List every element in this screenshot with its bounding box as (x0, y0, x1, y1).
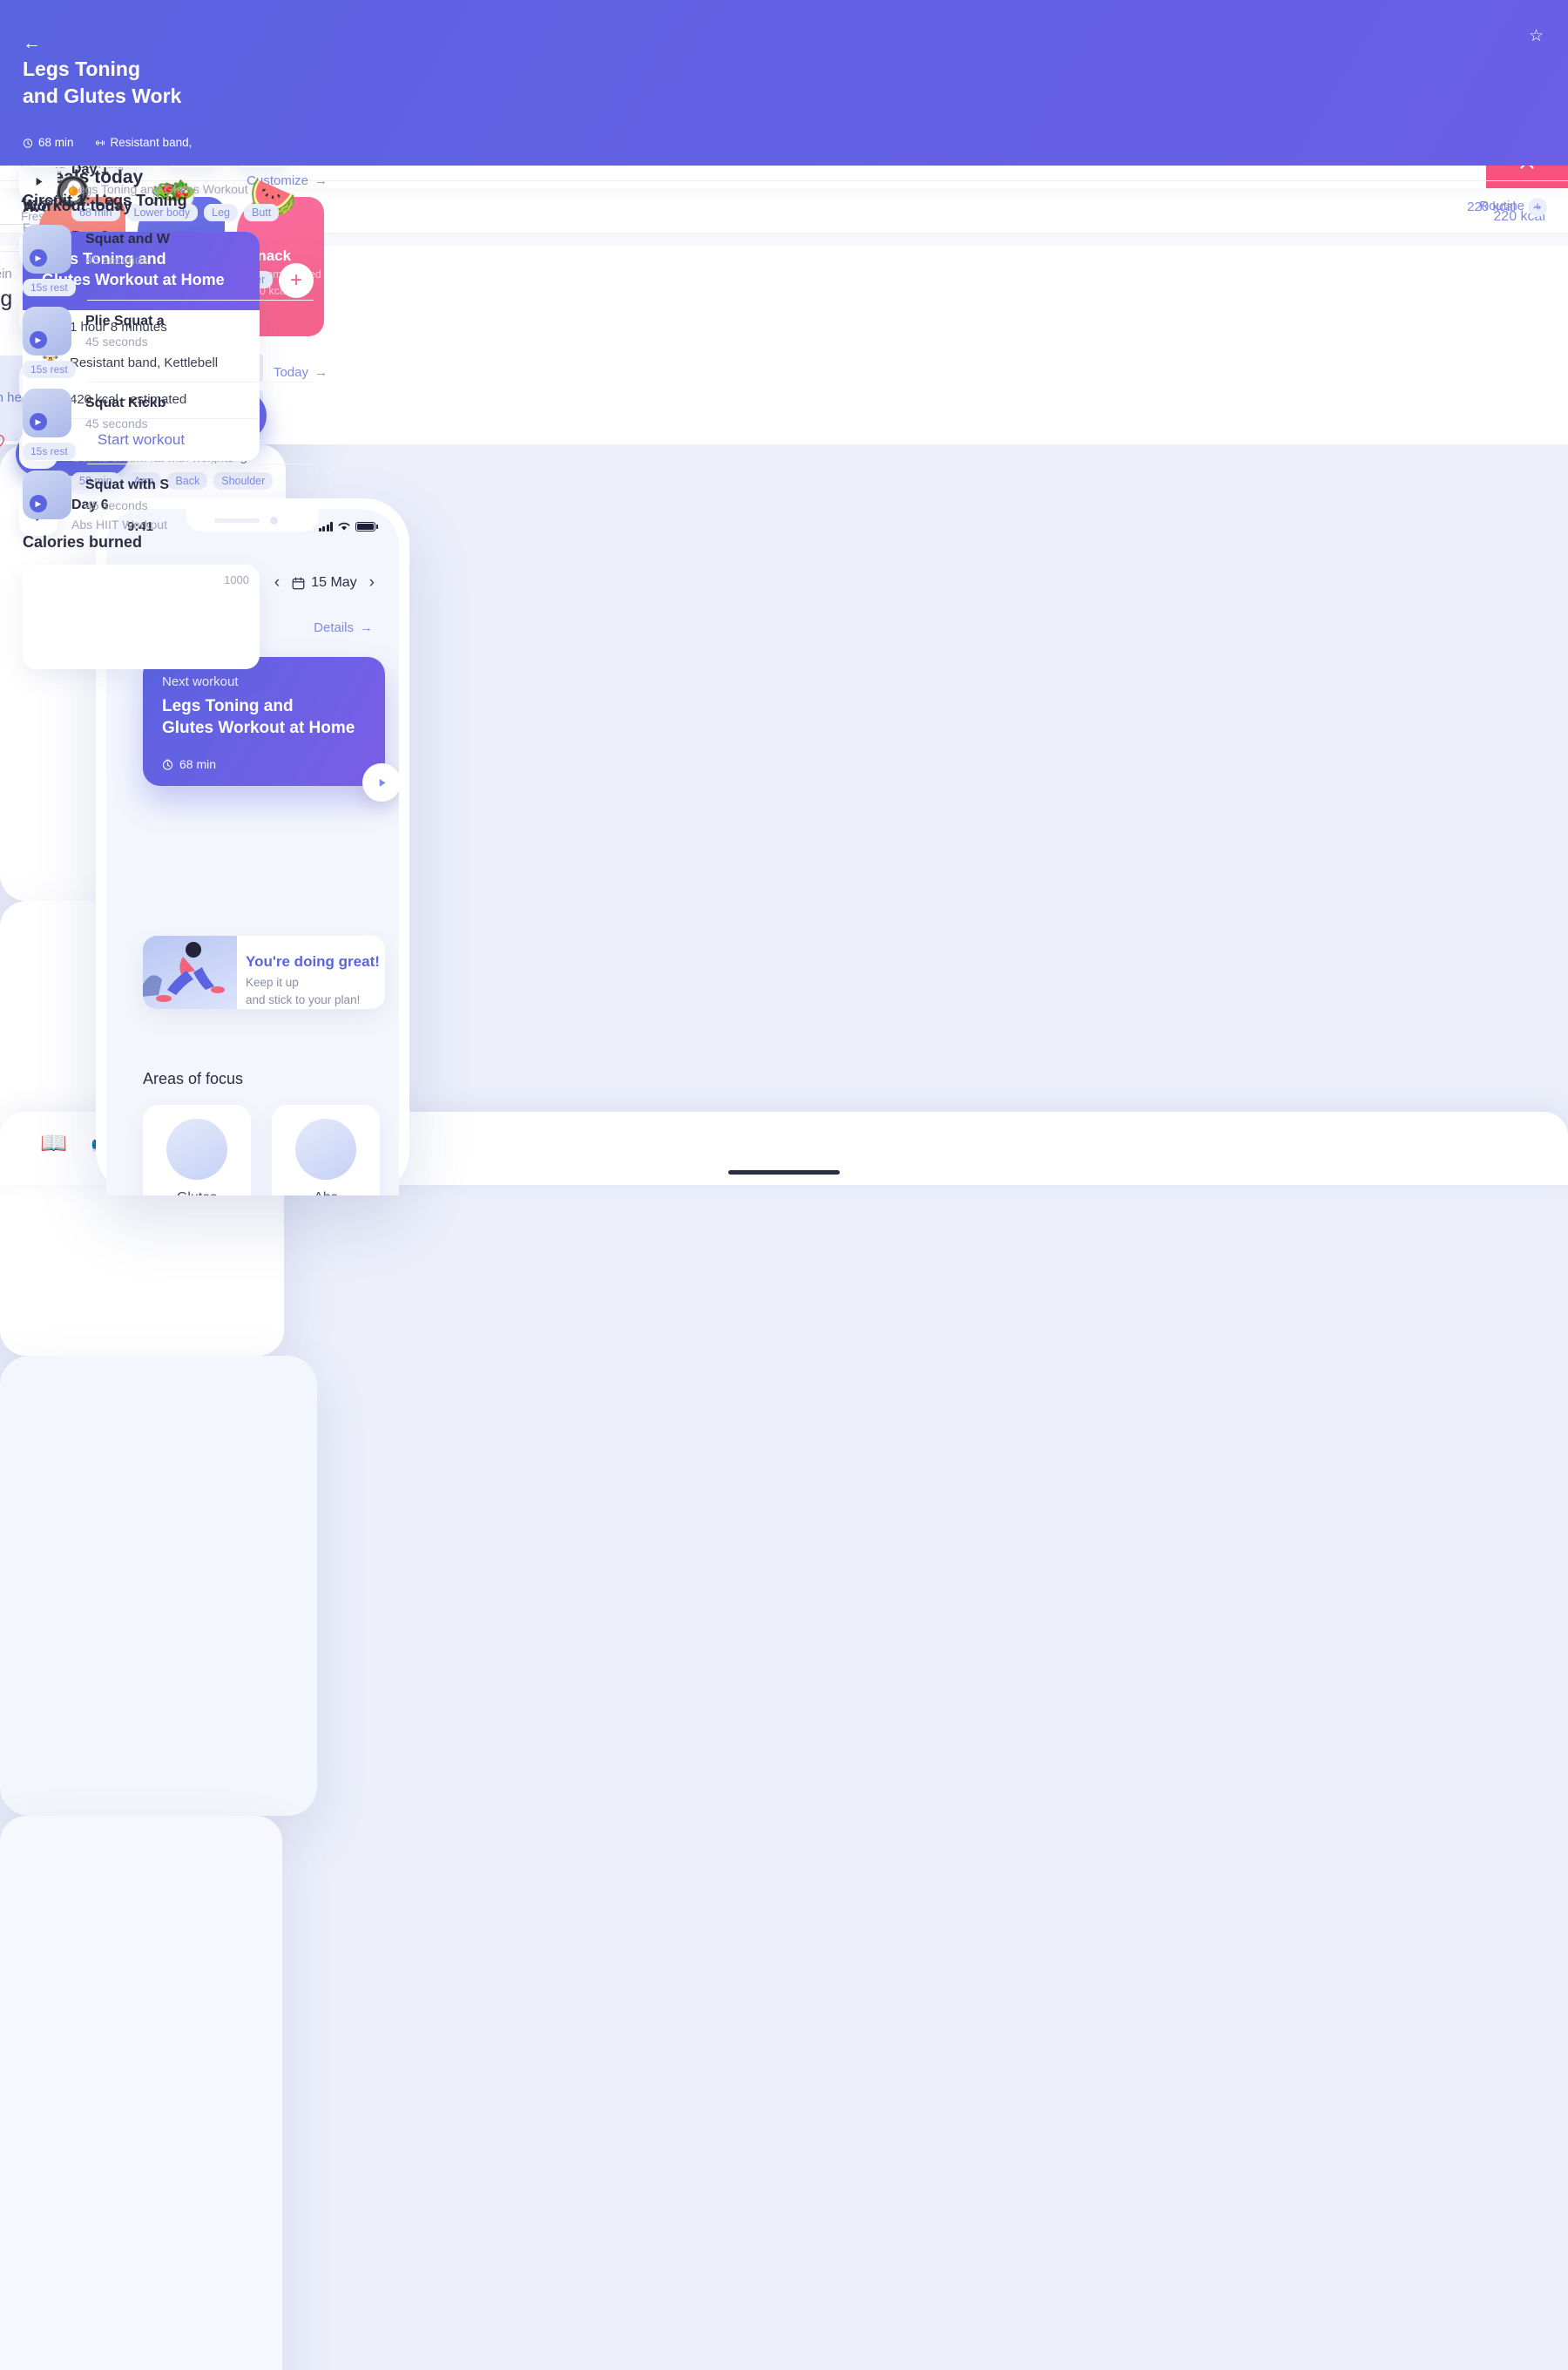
duration-label: 68 min (179, 757, 217, 771)
next-workout-title: Legs Toning and Glutes Workout at Home (162, 697, 355, 738)
focus-label: Abs (272, 1190, 380, 1195)
schedule-panel: ← Schedule Week 1 / 12 › Week 2 / 12 › W… (0, 0, 1568, 2370)
calendar-icon (292, 577, 305, 589)
details-label: Details (314, 620, 354, 635)
chevron-right-icon[interactable]: › (369, 573, 375, 592)
date-label: 15 May (311, 575, 357, 590)
next-workout-duration: 68 min (162, 757, 216, 771)
play-icon (379, 778, 385, 787)
areas-of-focus-label: Areas of focus (143, 1070, 244, 1087)
runner-illustration-icon (143, 936, 237, 1009)
date-nav: ‹ 15 May › (274, 573, 375, 592)
clock-icon (162, 759, 173, 770)
next-workout-card[interactable]: Next workout Legs Toning and Glutes Work… (143, 657, 399, 802)
motivation-body: Keep it up and stick to your plan! (246, 976, 361, 1006)
motivation-title: You're doing great! (246, 953, 380, 970)
screenshot-root: d (Gram) ▲▼ bs g Protein 2.7g Fat (0, 0, 1568, 2370)
date-chip[interactable]: 15 May (292, 575, 357, 591)
focus-card-glutes[interactable]: Glutes (143, 1105, 251, 1195)
focus-card-abs[interactable]: Abs (272, 1105, 380, 1195)
arrow-right-icon: → (360, 620, 373, 635)
details-link[interactable]: Details → (314, 620, 373, 635)
next-workout-kicker: Next workout (162, 674, 239, 689)
glutes-icon (166, 1119, 227, 1180)
motivation-text: You're doing great! Keep it up and stick… (246, 953, 380, 1008)
dashboard-panel: 🔥 102 kcal Carbs 12g left Pro (0, 0, 1568, 1816)
play-button[interactable] (362, 763, 399, 802)
motivation-card: You're doing great! Keep it up and stick… (143, 936, 385, 1009)
chevron-left-icon[interactable]: ‹ (274, 573, 280, 592)
focus-label: Glutes (143, 1190, 251, 1195)
abs-icon (295, 1119, 356, 1180)
